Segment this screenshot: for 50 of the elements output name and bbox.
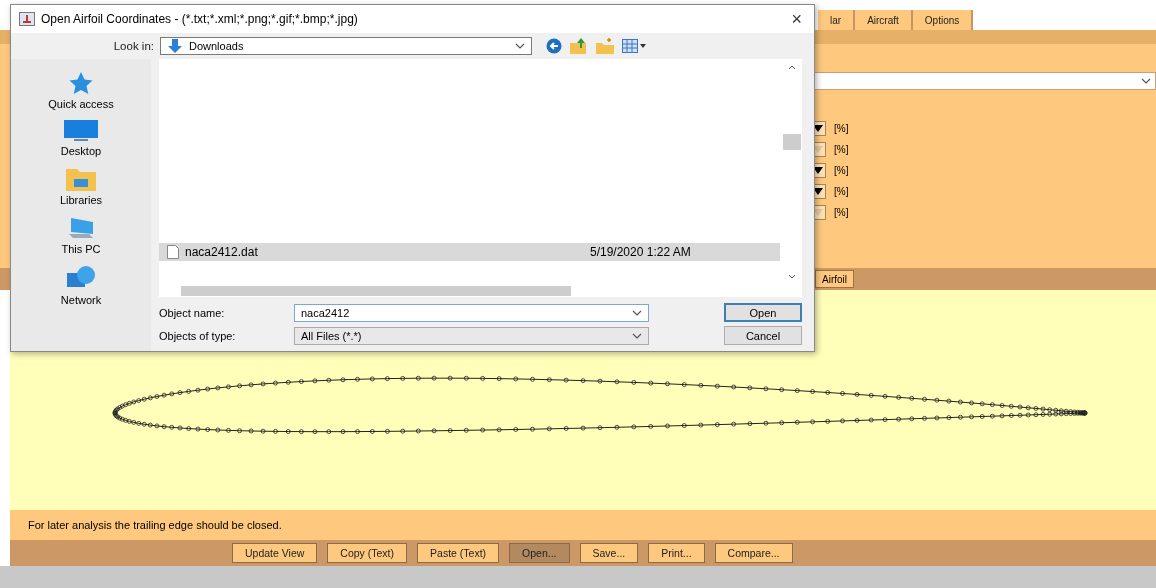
- caret-icon[interactable]: [515, 43, 525, 49]
- dialog-title: Open Airfoil Coordinates - (*.txt;*.xml;*.png;*.gif;*.bmp;*.jpg): [41, 12, 359, 26]
- star-icon: [68, 71, 94, 95]
- caret-icon[interactable]: [632, 332, 642, 339]
- unit-label: [%]: [834, 122, 849, 134]
- toolbar-button[interactable]: Copy (Text): [327, 543, 408, 563]
- toolbar-button[interactable]: Print...: [648, 543, 705, 563]
- monitor-icon: [64, 120, 98, 142]
- place-item[interactable]: Libraries: [59, 167, 103, 206]
- scroll-thumb[interactable]: [181, 286, 571, 296]
- close-button[interactable]: ×: [787, 8, 806, 30]
- cancel-button[interactable]: Cancel: [724, 326, 802, 345]
- scroll-thumb[interactable]: [783, 134, 801, 150]
- file-type-dropdown[interactable]: All Files (*.*): [294, 326, 649, 345]
- folder-dropdown[interactable]: Downloads: [160, 37, 532, 55]
- unit-label: [%]: [834, 143, 849, 155]
- toolbar-button[interactable]: Open...: [509, 543, 570, 563]
- up-folder-icon[interactable]: [570, 38, 588, 54]
- caret-icon[interactable]: [1141, 78, 1151, 84]
- tab[interactable]: Aircraft: [855, 10, 913, 30]
- scroll-down-icon[interactable]: [788, 274, 796, 279]
- place-item[interactable]: This PC: [61, 216, 101, 255]
- toolbar-button[interactable]: Compare...: [714, 543, 793, 563]
- toolbar-button[interactable]: Update View: [232, 543, 318, 563]
- open-button[interactable]: Open: [724, 303, 802, 322]
- airfoil-button[interactable]: Airfoil: [815, 270, 854, 288]
- file-name-field[interactable]: naca2412: [294, 303, 649, 322]
- view-menu-icon[interactable]: [622, 39, 646, 53]
- unit-label: [%]: [834, 206, 849, 218]
- caret-icon[interactable]: [632, 309, 642, 316]
- file-row[interactable]: naca2412.dat 5/19/2020 1:22 AM: [159, 243, 780, 261]
- place-item[interactable]: Desktop: [60, 120, 102, 157]
- status-text: For later analysis the trailing edge should be closed.: [28, 519, 282, 531]
- tab[interactable]: Options: [912, 10, 974, 30]
- unit-label: [%]: [834, 185, 849, 197]
- download-icon: [167, 39, 183, 53]
- tab[interactable]: lar: [818, 10, 856, 30]
- look-in-label: Look in:: [112, 40, 155, 52]
- app-icon: [19, 12, 35, 26]
- place-item[interactable]: Network: [60, 265, 102, 306]
- toolbar-button[interactable]: Save...: [579, 543, 639, 563]
- scroll-up-icon[interactable]: [788, 65, 796, 70]
- back-icon[interactable]: [546, 38, 562, 54]
- field-label: Objects of type:: [159, 329, 237, 342]
- field-label: Object name:: [159, 306, 226, 319]
- unit-label: [%]: [834, 164, 849, 176]
- folder-icon: [66, 167, 96, 191]
- toolbar-button[interactable]: Paste (Text): [417, 543, 500, 563]
- place-item[interactable]: Quick access: [48, 71, 114, 110]
- file-icon: [167, 245, 179, 259]
